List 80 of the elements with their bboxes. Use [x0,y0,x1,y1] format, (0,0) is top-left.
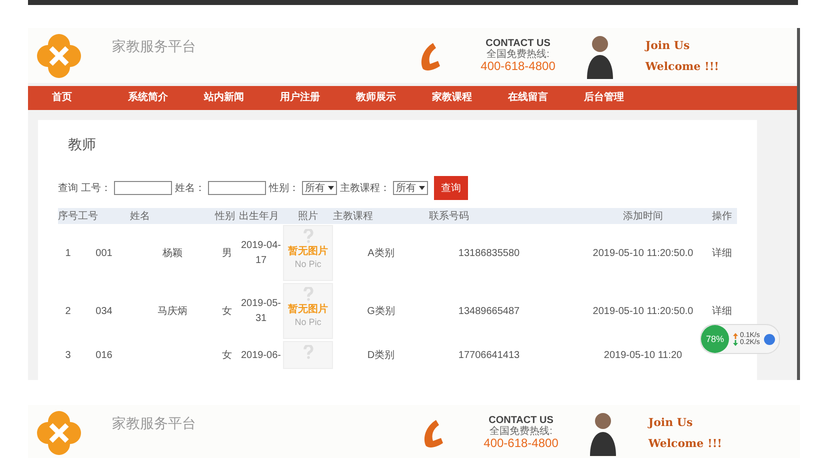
dropdown-arrow-icon [419,186,425,190]
detail-link[interactable]: 详细 [707,246,737,260]
table-cell-text: 2019-05-10 11:20:50.0 [592,304,694,318]
table-cell-text: A类别 [366,246,396,260]
table-cell-text: 016 [94,348,114,362]
column-header: 联系号码 [429,210,470,223]
table-cell-text: 034 [94,304,114,318]
no-image-caption: 暂无图片 [288,302,328,316]
column-header: 操作 [711,210,733,223]
nav-link[interactable]: 首页 [52,86,128,110]
question-mark-icon [302,287,314,301]
nav-link[interactable]: 站内新闻 [204,86,280,110]
contact-title: CONTACT US [488,414,554,426]
table-cell-text: 杨颖 [162,246,184,260]
field-label: 工号： [81,182,111,195]
nav-link[interactable]: 家教课程 [432,86,508,110]
input-field[interactable] [114,181,172,195]
table-cell-text: 2019-05-10 11:20:50.0 [592,246,694,260]
column-header: 添加时间 [622,210,664,223]
select-field[interactable]: 所有 [302,181,337,195]
question-mark-icon [302,345,314,359]
table-cell-text: 2019-04-17 [240,239,282,268]
column-header: 主教课程 [333,210,374,223]
no-image-caption: 暂无图片 [288,244,328,258]
table-cell-text: 17706641413 [457,348,521,362]
logo-icon [36,32,82,78]
hotline-label: 全国免费热线: [490,426,552,437]
column-header: 序号 [58,210,78,223]
welcome-text: Welcome !!! [645,60,719,72]
table-cell-text: 13186835580 [457,246,521,260]
select-field[interactable]: 所有 [393,181,428,195]
up-arrow-icon [733,332,738,338]
input-field[interactable] [208,181,266,195]
welcome-text: Welcome !!! [648,436,722,450]
nav-link[interactable]: 系统简介 [128,86,204,110]
field-label: 主教课程： [340,182,390,195]
no-pic-caption: No Pic [294,259,322,269]
table-cell-text: 2019-06- [240,348,282,362]
site-name: 家教服务平台 [112,415,196,433]
nav-link[interactable]: 教师展示 [356,86,432,110]
table-cell-text: 马庆炳 [156,304,188,318]
hotline-number: 400-618-4800 [484,436,558,450]
table-cell-text: 13489665487 [457,304,521,318]
nav-link[interactable]: 在线留言 [508,86,584,110]
detail-link[interactable]: 详细 [707,304,737,318]
column-header: 照片 [297,210,319,223]
page-title: 教师 [68,136,96,154]
join-us-text: Join Us [648,416,694,428]
down-arrow-icon [733,340,738,346]
table-cell-text: 2 [64,304,72,318]
table-cell-text: 男 [221,246,233,260]
join-us-text: Join Us [645,38,691,52]
hotline-number: 400-618-4800 [480,60,556,74]
no-pic-caption: No Pic [294,317,322,327]
column-header: 姓名 [130,210,151,223]
nav-link[interactable]: 后台管理 [584,86,660,110]
logo-icon [36,410,82,456]
table-cell-text: 女 [221,348,233,362]
column-header: 出生年月 [239,210,280,223]
search-button[interactable]: 查询 [434,176,468,200]
table-cell-text: 2019-05-31 [240,297,282,326]
column-header: 工号 [78,210,99,223]
table-cell-text: 001 [94,246,114,260]
table-cell-text: 女 [221,304,233,318]
table-cell-text: G类别 [366,304,396,318]
site-name: 家教服务平台 [112,38,196,56]
dropdown-arrow-icon [328,186,334,190]
column-header: 性别 [215,210,236,223]
field-label: 姓名： [175,182,205,195]
hotline-label: 全国免费热线: [486,48,550,60]
field-label: 性别： [269,182,299,195]
table-cell-text: 3 [64,348,72,362]
nav-link[interactable]: 用户注册 [280,86,356,110]
percent-badge: 78% [701,325,729,353]
search-label: 查询 [58,182,78,195]
contact-title: CONTACT US [486,38,550,49]
table-cell-text: D类别 [366,348,396,362]
table-cell-text: 2019-05-10 11:20 [602,348,684,362]
table-cell-text: 1 [64,246,72,260]
question-mark-icon [302,229,314,243]
